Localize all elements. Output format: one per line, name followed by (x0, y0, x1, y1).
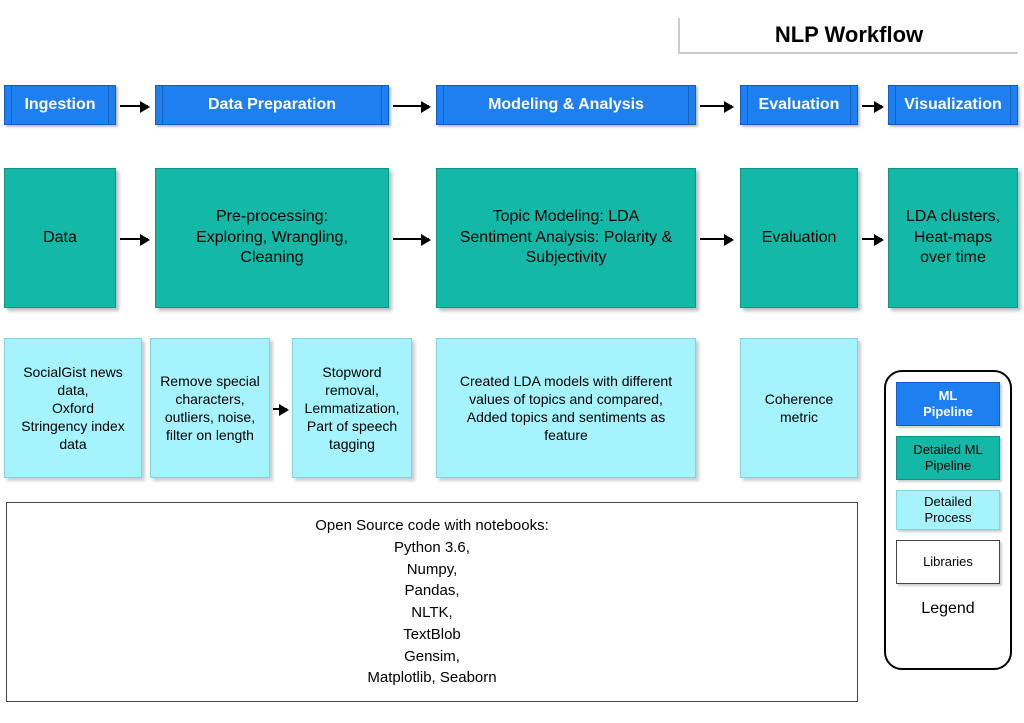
arrow-icon (393, 238, 429, 240)
arrow-icon (862, 238, 882, 240)
arrow-icon (393, 105, 429, 107)
legend-detailed-ml: Detailed ML Pipeline (896, 436, 1000, 480)
legend: ML Pipeline Detailed ML Pipeline Detaile… (884, 370, 1012, 670)
stage-modeling: Modeling & Analysis (436, 85, 696, 125)
stage-evaluation: Evaluation (740, 85, 858, 125)
legend-libraries: Libraries (896, 540, 1000, 584)
legend-caption: Legend (921, 600, 974, 618)
teal-viz: LDA clusters, Heat-maps over time (888, 168, 1018, 308)
arrow-icon (120, 105, 148, 107)
libraries-box: Open Source code with notebooks: Python … (6, 502, 858, 702)
arrow-icon (700, 238, 732, 240)
cyan-clean2: Stopword removal, Lemmatization, Part of… (292, 338, 412, 478)
page-title: NLP Workflow (678, 18, 1018, 54)
teal-eval: Evaluation (740, 168, 858, 308)
arrow-icon (273, 408, 287, 410)
teal-preproc: Pre-processing: Exploring, Wrangling, Cl… (155, 168, 389, 308)
cyan-coherence: Coherence metric (740, 338, 858, 478)
arrow-icon (700, 105, 732, 107)
cyan-clean1: Remove special characters, outliers, noi… (150, 338, 270, 478)
teal-model: Topic Modeling: LDA Sentiment Analysis: … (436, 168, 696, 308)
stage-ingestion: Ingestion (4, 85, 116, 125)
stage-data-prep: Data Preparation (155, 85, 389, 125)
arrow-icon (862, 105, 882, 107)
cyan-sources: SocialGist news data, Oxford Stringency … (4, 338, 142, 478)
cyan-lda: Created LDA models with different values… (436, 338, 696, 478)
legend-ml: ML Pipeline (896, 382, 1000, 426)
stage-visualization: Visualization (888, 85, 1018, 125)
teal-data: Data (4, 168, 116, 308)
arrow-icon (120, 238, 148, 240)
legend-process: Detailed Process (896, 490, 1000, 530)
